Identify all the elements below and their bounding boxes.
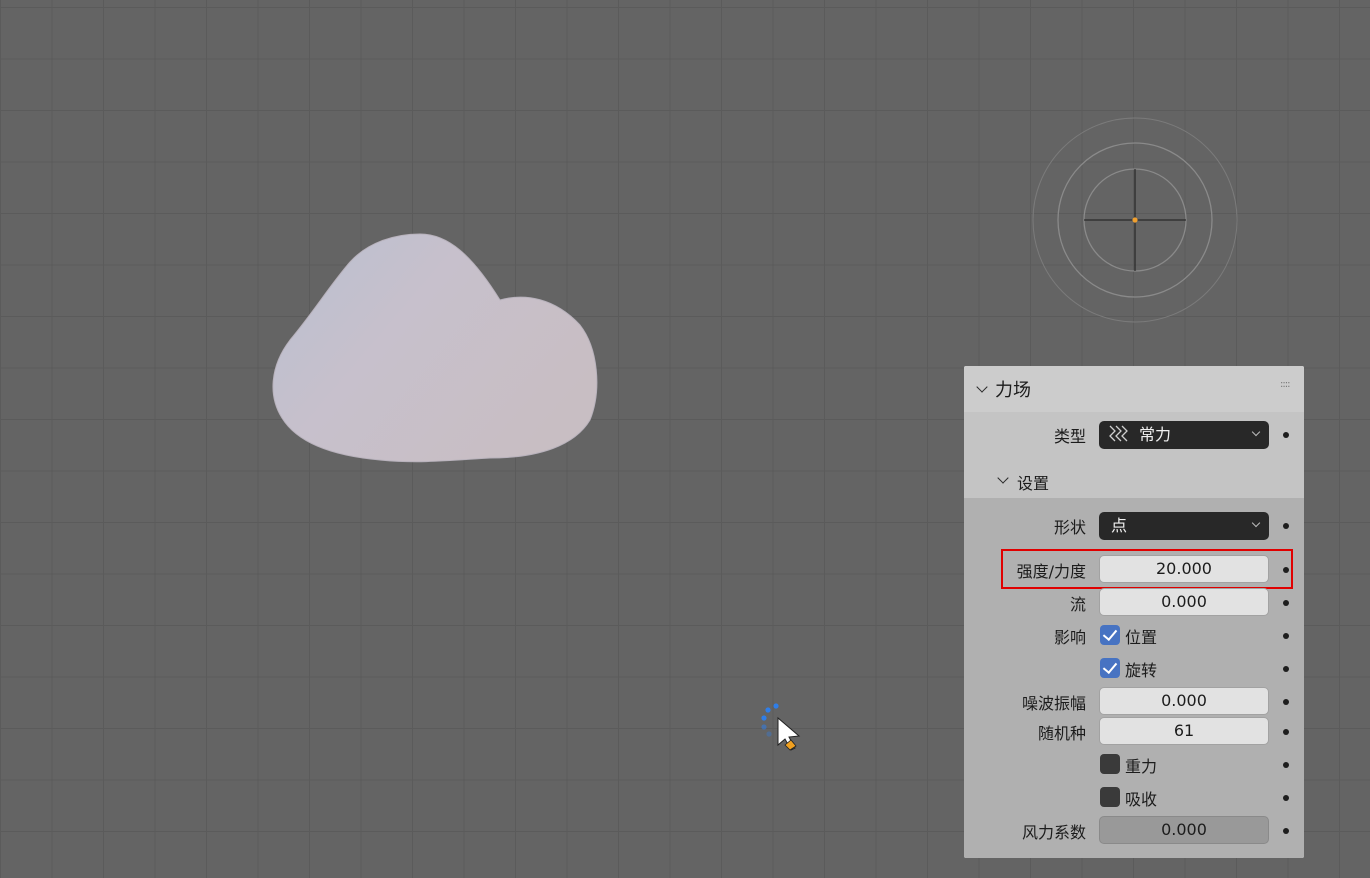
settings-subpanel-title[interactable]: 设置: [1017, 470, 1049, 494]
keyframe-dot[interactable]: [1283, 666, 1289, 672]
type-value: 常力: [1139, 425, 1172, 444]
wind-factor-label: 风力系数: [1021, 823, 1086, 842]
affect-label: 影响: [1053, 628, 1086, 647]
seed-field[interactable]: 61: [1099, 717, 1269, 745]
shape-label: 形状: [1053, 518, 1086, 537]
absorption-label[interactable]: 吸收: [1125, 786, 1157, 810]
keyframe-dot[interactable]: [1283, 699, 1289, 705]
affect-rotation-checkbox[interactable]: [1100, 658, 1120, 678]
shape-value: 点: [1111, 516, 1128, 535]
wind-force-icon: [1109, 425, 1128, 442]
seed-label: 随机种: [1037, 724, 1086, 743]
collapse-chevron-icon[interactable]: [976, 381, 988, 393]
affect-location-checkbox[interactable]: [1100, 625, 1120, 645]
keyframe-dot[interactable]: [1283, 432, 1289, 438]
panel-header[interactable]: 力场 ::::: [964, 366, 1304, 412]
flow-field[interactable]: 0.000: [1099, 588, 1269, 616]
busy-cursor-icon: [761, 703, 801, 751]
keyframe-dot[interactable]: [1283, 633, 1289, 639]
mesh-object[interactable]: [272, 233, 598, 463]
affect-rotation-label[interactable]: 旋转: [1125, 657, 1157, 681]
keyframe-dot[interactable]: [1283, 828, 1289, 834]
keyframe-dot[interactable]: [1283, 729, 1289, 735]
gravitation-checkbox[interactable]: [1100, 754, 1120, 774]
keyframe-dot[interactable]: [1283, 795, 1289, 801]
wind-factor-field[interactable]: 0.000: [1099, 816, 1269, 844]
settings-chevron-icon[interactable]: [997, 472, 1009, 484]
keyframe-dot[interactable]: [1283, 762, 1289, 768]
shape-dropdown[interactable]: 点: [1099, 512, 1269, 540]
origin-dot: [1132, 217, 1138, 223]
panel-title: 力场: [995, 380, 1031, 401]
chevron-down-icon: [1251, 427, 1261, 437]
gravitation-label[interactable]: 重力: [1125, 753, 1157, 777]
noise-amount-label: 噪波振幅: [1021, 694, 1086, 713]
keyframe-dot[interactable]: [1283, 523, 1289, 529]
drag-handle-icon[interactable]: ::::: [1280, 379, 1291, 390]
type-dropdown[interactable]: 常力: [1099, 421, 1269, 449]
chevron-down-icon: [1251, 518, 1261, 528]
force-field-panel: 力场 :::: 类型 常力 设置 形状 点 强度/力度 20.000 流 0.0…: [964, 366, 1304, 858]
flow-label: 流: [1069, 595, 1086, 614]
force-field-gizmo[interactable]: [1032, 117, 1238, 323]
type-label: 类型: [1053, 427, 1086, 446]
affect-location-label[interactable]: 位置: [1125, 624, 1157, 648]
absorption-checkbox[interactable]: [1100, 787, 1120, 807]
noise-amount-field[interactable]: 0.000: [1099, 687, 1269, 715]
highlight-box: [1001, 549, 1293, 589]
keyframe-dot[interactable]: [1283, 600, 1289, 606]
